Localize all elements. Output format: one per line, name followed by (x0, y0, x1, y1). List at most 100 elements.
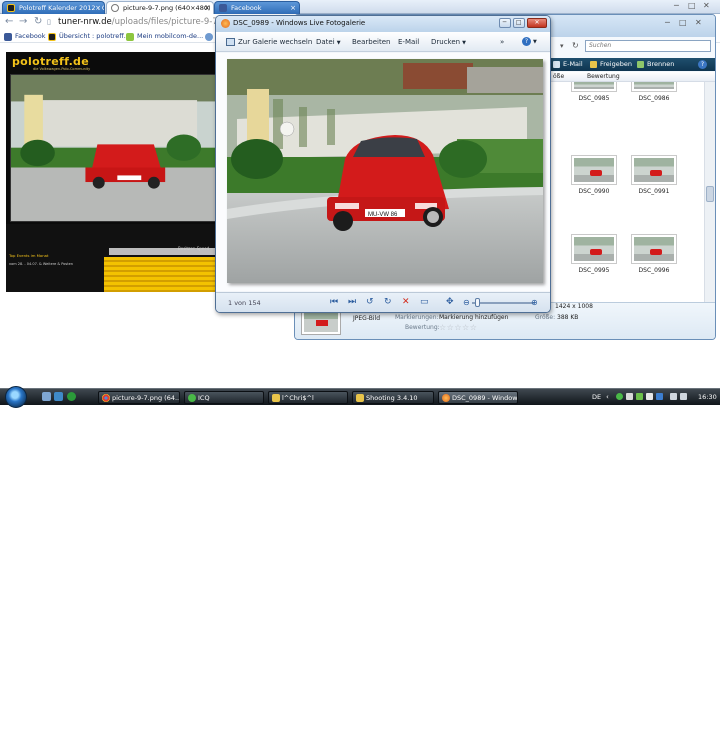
maximize-button[interactable]: □ (512, 18, 525, 28)
bookmark-polotreff[interactable]: Übersicht : polotreff... (48, 31, 130, 42)
clock[interactable]: 16:30 (698, 392, 717, 403)
share-label: Freigeben (600, 60, 632, 68)
search-input[interactable]: Suchen (585, 40, 711, 52)
photo-gallery-window: DSC_0989 - Windows Live Fotogalerie ─ □ … (215, 15, 551, 313)
bookmark-label: Facebook (15, 32, 46, 40)
rotate-right-icon[interactable]: ↻ (384, 297, 392, 308)
column-size[interactable]: öße (553, 73, 564, 81)
url-host: tuner-nrw.de (58, 17, 112, 27)
taskbar-chrome[interactable]: picture-9-7.png (64... (98, 391, 180, 404)
security-tray-icon[interactable] (636, 393, 643, 400)
tab-strip: Polotreff Kalender 2012 : C × picture-9-… (0, 0, 720, 14)
bluetooth-tray-icon[interactable] (656, 393, 663, 400)
edit-button[interactable]: Bearbeiten (352, 37, 390, 47)
folder-icon (356, 394, 364, 402)
thumbnail-item[interactable]: DSC_0986 (630, 82, 678, 102)
rating-stars[interactable]: ☆☆☆☆☆ (439, 323, 477, 332)
taskbar-folder[interactable]: l^Chri$^l (268, 391, 348, 404)
thumbnail-item[interactable]: DSC_0991 (630, 155, 678, 195)
close-tab-icon[interactable]: × (204, 2, 210, 14)
help-menu[interactable]: ? ▼ (522, 36, 537, 47)
back-icon[interactable]: ← (5, 16, 13, 28)
share-button[interactable]: Freigeben (590, 60, 632, 69)
volume-tray-icon[interactable] (680, 393, 687, 400)
tab-facebook[interactable]: Facebook × (214, 1, 300, 14)
polotreff-events-link[interactable]: Top Events im Monat (9, 253, 48, 258)
close-icon[interactable]: ✕ (695, 18, 702, 27)
tab-polotreff[interactable]: Polotreff Kalender 2012 : C × (2, 1, 105, 14)
bookmark-facebook[interactable]: Facebook (4, 31, 46, 42)
actual-size-icon[interactable]: ✥ (446, 297, 454, 308)
thumbnail-image (571, 82, 617, 92)
thumbnail-item[interactable]: DSC_0996 (630, 234, 678, 274)
thumbnail-item[interactable]: DSC_0990 (570, 155, 618, 195)
first-photo-icon[interactable]: ⏮ (330, 297, 338, 308)
device-tray-icon[interactable] (626, 393, 633, 400)
thumbnail-item[interactable]: DSC_0995 (570, 234, 618, 274)
maximize-icon[interactable]: □ (679, 18, 687, 27)
minimize-icon[interactable]: ─ (674, 1, 679, 10)
main-photo: MU-VW 86 (227, 59, 543, 283)
system-tray: DE ‹ 16:30 (588, 390, 720, 405)
minimize-button[interactable]: ─ (498, 18, 511, 28)
switch-windows-icon[interactable] (54, 392, 63, 401)
maximize-icon[interactable]: □ (688, 1, 696, 10)
mobilcom-icon (126, 33, 134, 41)
taskbar-photo-gallery[interactable]: DSC_0989 - Window... (438, 391, 518, 404)
photo-gallery-icon (442, 394, 450, 402)
email-button[interactable]: E-Mail (398, 37, 419, 47)
burn-button[interactable]: Brennen (637, 60, 674, 69)
help-icon[interactable]: ? (698, 60, 707, 69)
refresh-icon[interactable]: ↻ (572, 41, 579, 50)
add-marking-field[interactable]: Markierung hinzufügen (439, 314, 508, 321)
delete-icon[interactable]: ✕ (402, 297, 410, 308)
zoom-out-icon[interactable]: ⊖ (463, 297, 470, 308)
minimize-icon[interactable]: ─ (665, 18, 670, 27)
taskbar-shooting[interactable]: Shooting 3.4.10 (352, 391, 434, 404)
rating-label: Bewertung: (405, 324, 440, 331)
tab-label: Polotreff Kalender 2012 : C (19, 4, 105, 12)
forward-icon[interactable]: → (19, 16, 27, 28)
tab-picture[interactable]: picture-9-7.png (640×480) × (106, 1, 214, 14)
start-button[interactable] (5, 386, 27, 408)
close-tab-icon[interactable]: × (95, 2, 101, 14)
slideshow-icon[interactable]: ▭ (420, 297, 429, 308)
taskbar-icq[interactable]: ICQ (184, 391, 264, 404)
thumbnail-label: DSC_0985 (578, 95, 610, 102)
share-icon (590, 61, 597, 68)
next-photo-icon[interactable]: ⏭ (348, 297, 356, 308)
reload-icon[interactable]: ↻ (34, 16, 42, 28)
zoom-slider-knob[interactable] (475, 298, 480, 307)
scrollbar-thumb[interactable] (706, 186, 714, 202)
email-button[interactable]: E-Mail (553, 60, 583, 69)
close-button[interactable]: ✕ (527, 18, 547, 28)
quicklaunch-icon[interactable] (67, 392, 76, 401)
address-bar[interactable]: tuner-nrw.de/uploads/files/picture-9-7.p… (58, 16, 237, 28)
print-menu[interactable]: Drucken ▼ (431, 37, 466, 48)
icq-tray-icon[interactable] (616, 393, 623, 400)
tray-expand-icon[interactable]: ‹ (606, 392, 609, 403)
file-menu-label: Datei (316, 38, 335, 46)
back-to-gallery-button[interactable]: Zur Galerie wechseln (226, 37, 312, 47)
thumbnail-item[interactable]: DSC_0985 (570, 82, 618, 102)
bookmark-mobilcom[interactable]: Mein mobilcom-de... (126, 31, 203, 42)
network-tray-icon[interactable] (670, 393, 677, 400)
file-menu[interactable]: Datei ▼ (316, 37, 341, 48)
close-icon[interactable]: ✕ (703, 1, 710, 10)
page-favicon (111, 4, 119, 12)
rotate-left-icon[interactable]: ↺ (366, 297, 374, 308)
dropdown-arrow-icon[interactable]: ▾ (560, 42, 564, 50)
thumbnail-image (631, 234, 677, 264)
task-label: DSC_0989 - Window... (452, 394, 518, 402)
language-indicator[interactable]: DE (592, 392, 601, 403)
column-rating[interactable]: Bewertung (587, 73, 620, 81)
zoom-slider[interactable] (472, 302, 534, 304)
tray-icon[interactable] (646, 393, 653, 400)
close-tab-icon[interactable]: × (290, 2, 296, 14)
zoom-in-icon[interactable]: ⊕ (531, 297, 538, 308)
show-desktop-icon[interactable] (42, 392, 51, 401)
more-commands-button[interactable]: » (500, 37, 504, 47)
polotreff-icon (48, 33, 56, 41)
facebook-favicon (219, 4, 227, 12)
explorer-scrollbar[interactable] (704, 82, 715, 302)
